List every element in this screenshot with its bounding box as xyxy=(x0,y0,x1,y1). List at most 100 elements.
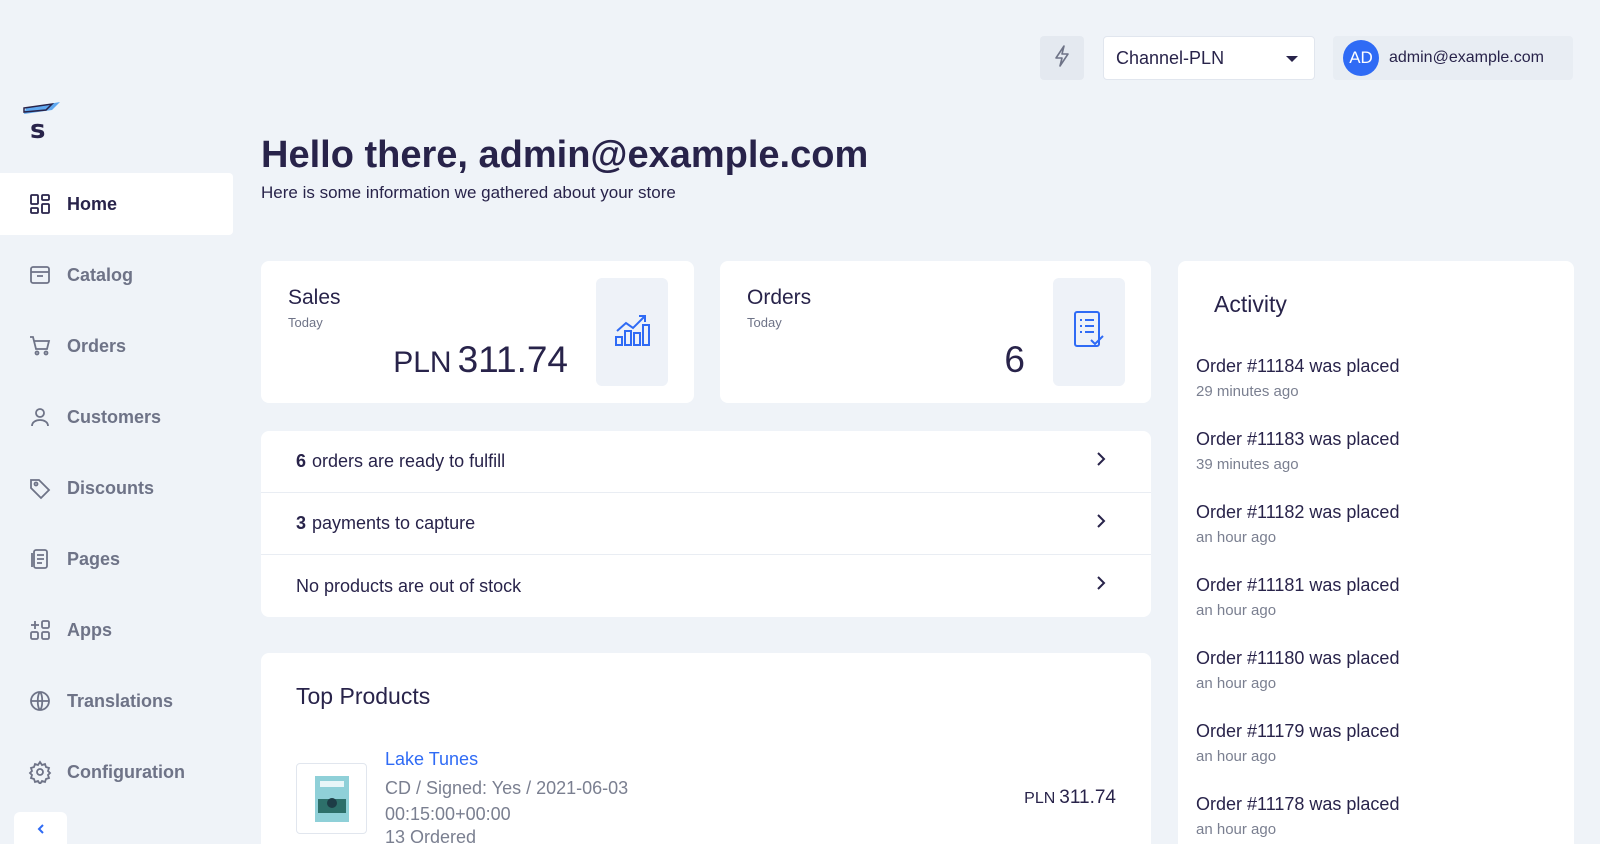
gear-icon xyxy=(27,759,53,785)
top-products-card: Top Products Lake Tunes CD / Signed: Yes… xyxy=(261,653,1151,844)
chart-growth-icon xyxy=(613,311,651,354)
sidebar-item-orders[interactable]: Orders xyxy=(0,315,233,377)
catalog-box-icon xyxy=(27,262,53,288)
sidebar-item-configuration[interactable]: Configuration xyxy=(0,741,233,803)
chevron-right-icon xyxy=(1095,575,1107,596)
activity-item: Order #11179 was placed an hour ago xyxy=(1196,721,1399,794)
notification-text: No products are out of stock xyxy=(296,575,522,596)
sidebar-nav: Home Catalog Orders Customers Discounts xyxy=(0,173,233,812)
sales-amount: 311.74 xyxy=(457,339,568,380)
activity-card: Activity Order #11184 was placed 29 minu… xyxy=(1178,261,1574,844)
activity-text: Order #11181 was placed xyxy=(1196,575,1400,595)
sidebar: s Home Catalog Orders Customers Discount… xyxy=(0,0,233,844)
activity-item: Order #11181 was placed an hour ago xyxy=(1196,575,1399,648)
activity-text: Order #11179 was placed xyxy=(1196,721,1400,741)
activity-time: an hour ago xyxy=(1196,675,1277,692)
product-variant: CD / Signed: Yes / 2021-06-03 00:15:00+0… xyxy=(385,778,629,824)
home-grid-icon xyxy=(27,191,53,217)
notification-payments-to-capture[interactable]: 3 payments to capture xyxy=(261,493,1151,555)
svg-text:s: s xyxy=(30,115,45,142)
sidebar-item-customers[interactable]: Customers xyxy=(0,386,233,448)
activity-text: Order #11180 was placed xyxy=(1196,648,1400,668)
product-thumbnail xyxy=(296,763,367,834)
caret-down-icon xyxy=(1286,56,1298,62)
tag-icon xyxy=(27,475,53,501)
sidebar-item-translations[interactable]: Translations xyxy=(0,670,233,732)
orders-icon-box xyxy=(1053,278,1125,386)
sales-value: PLN 311.74 xyxy=(393,339,568,381)
document-icon xyxy=(27,546,53,572)
activity-time: an hour ago xyxy=(1196,821,1277,838)
activity-item: Order #11182 was placed an hour ago xyxy=(1196,502,1399,575)
sidebar-item-label: Orders xyxy=(67,335,127,356)
product-ordered-count: 13 Ordered xyxy=(385,827,477,844)
notification-text: payments to capture xyxy=(312,513,476,533)
user-email: admin@example.com xyxy=(1389,49,1544,66)
notification-out-of-stock[interactable]: No products are out of stock xyxy=(261,555,1151,617)
channel-select-value: Channel-PLN xyxy=(1116,47,1225,68)
activity-text: Order #11184 was placed xyxy=(1196,356,1400,376)
activity-title: Activity xyxy=(1214,291,1287,317)
page-title: Hello there, admin@example.com xyxy=(261,134,869,176)
user-menu[interactable]: AD admin@example.com xyxy=(1333,36,1573,80)
orders-card: Orders Today 6 xyxy=(720,261,1151,403)
notification-count: 3 xyxy=(296,513,307,533)
bolt-icon xyxy=(1052,44,1072,73)
notifications-card: 6 orders are ready to fulfill 3 payments… xyxy=(261,431,1151,617)
sidebar-item-label: Configuration xyxy=(67,761,185,782)
sidebar-item-catalog[interactable]: Catalog xyxy=(0,244,233,306)
product-price-amount: 311.74 xyxy=(1059,787,1116,808)
activity-time: an hour ago xyxy=(1196,748,1277,765)
top-products-title: Top Products xyxy=(296,683,431,709)
chevron-left-icon xyxy=(35,822,47,844)
notification-count: 6 xyxy=(296,451,307,471)
activity-item: Order #11183 was placed 39 minutes ago xyxy=(1196,429,1399,502)
sales-title: Sales xyxy=(288,286,341,309)
activity-time: 29 minutes ago xyxy=(1196,383,1299,400)
sidebar-item-label: Home xyxy=(67,193,118,214)
product-name-link[interactable]: Lake Tunes xyxy=(385,749,478,770)
globe-icon xyxy=(27,688,53,714)
page-subtitle: Here is some information we gathered abo… xyxy=(261,183,676,202)
sidebar-collapse-button[interactable] xyxy=(14,812,67,844)
activity-list: Order #11184 was placed 29 minutes ago O… xyxy=(1196,356,1399,844)
sidebar-item-home[interactable]: Home xyxy=(0,173,233,235)
quick-actions-button[interactable] xyxy=(1040,36,1084,80)
sidebar-item-discounts[interactable]: Discounts xyxy=(0,457,233,519)
activity-text: Order #11182 was placed xyxy=(1196,502,1400,522)
activity-item: Order #11180 was placed an hour ago xyxy=(1196,648,1399,721)
sales-period: Today xyxy=(288,315,323,330)
sidebar-item-label: Catalog xyxy=(67,264,134,285)
checklist-icon xyxy=(1071,310,1107,355)
activity-text: Order #11183 was placed xyxy=(1196,429,1400,449)
activity-time: an hour ago xyxy=(1196,602,1277,619)
sidebar-item-apps[interactable]: Apps xyxy=(0,599,233,661)
sidebar-item-label: Pages xyxy=(67,548,121,569)
activity-time: 39 minutes ago xyxy=(1196,456,1299,473)
apps-plus-icon xyxy=(27,617,53,643)
cart-icon xyxy=(27,333,53,359)
activity-time: an hour ago xyxy=(1196,529,1277,546)
user-icon xyxy=(27,404,53,430)
notification-orders-to-fulfill[interactable]: 6 orders are ready to fulfill xyxy=(261,431,1151,493)
sidebar-item-label: Translations xyxy=(67,690,174,711)
saleor-logo[interactable]: s xyxy=(22,100,64,145)
chevron-right-icon xyxy=(1095,513,1107,534)
orders-value: 6 xyxy=(1004,339,1025,380)
sales-currency: PLN xyxy=(393,346,452,379)
activity-item: Order #11178 was placed an hour ago xyxy=(1196,794,1399,844)
avatar: AD xyxy=(1343,40,1379,76)
sidebar-item-label: Customers xyxy=(67,406,162,427)
sidebar-item-label: Apps xyxy=(67,619,112,640)
orders-period: Today xyxy=(747,315,782,330)
sales-card: Sales Today PLN 311.74 xyxy=(261,261,694,403)
chevron-right-icon xyxy=(1095,451,1107,472)
activity-text: Order #11178 was placed xyxy=(1196,794,1400,814)
sales-icon-box xyxy=(596,278,668,386)
channel-select[interactable]: Channel-PLN xyxy=(1103,36,1315,80)
orders-title: Orders xyxy=(747,286,812,309)
notification-text: orders are ready to fulfill xyxy=(312,451,506,471)
product-price-currency: PLN xyxy=(1024,790,1056,807)
product-price: PLN 311.74 xyxy=(1024,787,1116,809)
sidebar-item-pages[interactable]: Pages xyxy=(0,528,233,590)
